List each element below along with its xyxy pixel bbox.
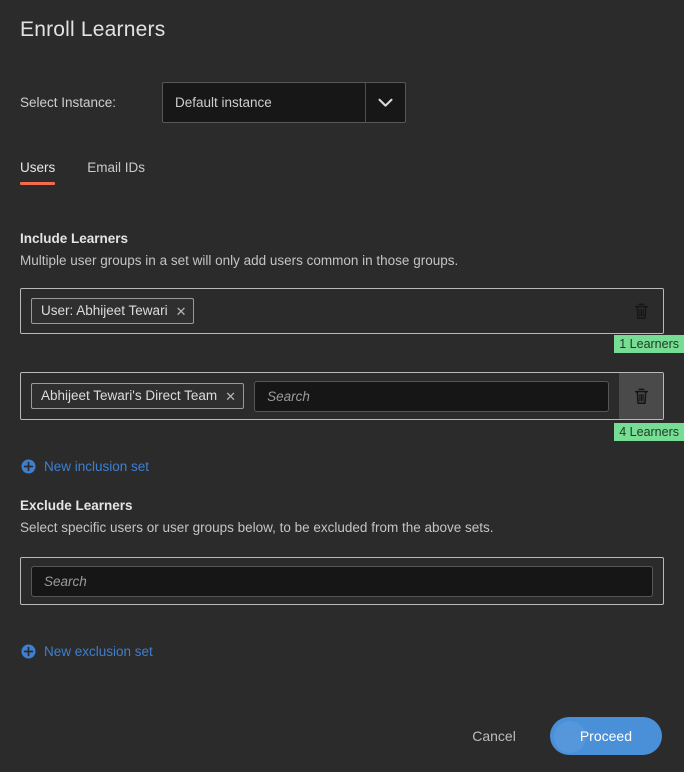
chip-label: User: Abhijeet Tewari (41, 302, 168, 318)
instance-selector-row: Select Instance: Default instance (20, 82, 406, 123)
new-inclusion-set-label: New inclusion set (44, 459, 150, 474)
instance-select-value: Default instance (175, 95, 272, 110)
close-icon[interactable]: ✕ (225, 390, 236, 403)
inclusion-set-2-delete-button[interactable] (619, 373, 663, 419)
chip-label: Abhijeet Tewari's Direct Team (41, 387, 218, 403)
trash-icon (634, 388, 648, 404)
plus-circle-icon (21, 459, 36, 474)
inclusion-set-2: Abhijeet Tewari's Direct Team ✕ (20, 372, 664, 420)
inclusion-set-2-chip-1[interactable]: Abhijeet Tewari's Direct Team ✕ (31, 382, 245, 410)
tab-email-ids[interactable]: Email IDs (87, 160, 145, 185)
chevron-down-icon[interactable] (365, 83, 405, 122)
cancel-button[interactable]: Cancel (458, 720, 530, 752)
inclusion-set-2-learner-count[interactable]: 4 Learners (614, 423, 684, 441)
inclusion-set-2-body: Abhijeet Tewari's Direct Team ✕ (21, 373, 619, 419)
plus-circle-icon (21, 644, 36, 659)
inclusion-set-1-body: User: Abhijeet Tewari ✕ (21, 289, 619, 333)
tabs: Users Email IDs (20, 160, 177, 185)
instance-select[interactable]: Default instance (162, 82, 406, 123)
exclusion-set-1-body (21, 558, 663, 604)
exclusion-set-1-search-input[interactable] (31, 565, 653, 597)
inclusion-set-1-learner-count[interactable]: 1 Learners (614, 335, 684, 353)
footer-actions: Cancel Proceed (0, 700, 684, 772)
new-exclusion-set-label: New exclusion set (44, 644, 153, 659)
inclusion-set-1-chip-1[interactable]: User: Abhijeet Tewari ✕ (31, 297, 195, 325)
close-icon[interactable]: ✕ (176, 305, 187, 318)
tab-users[interactable]: Users (20, 160, 56, 185)
new-exclusion-set-button[interactable]: New exclusion set (21, 644, 153, 659)
exclusion-set-1 (20, 557, 664, 605)
inclusion-set-1: User: Abhijeet Tewari ✕ (20, 288, 664, 334)
inclusion-set-1-delete-button[interactable] (619, 289, 663, 333)
trash-icon (634, 303, 648, 319)
include-learners-title: Include Learners (20, 231, 129, 246)
instance-label: Select Instance: (20, 95, 117, 110)
exclude-learners-title: Exclude Learners (20, 498, 133, 513)
inclusion-set-2-search-input[interactable] (254, 380, 609, 412)
page-title: Enroll Learners (20, 18, 166, 41)
include-learners-subtitle: Multiple user groups in a set will only … (20, 253, 459, 268)
new-inclusion-set-button[interactable]: New inclusion set (21, 459, 149, 474)
proceed-button[interactable]: Proceed (549, 717, 662, 755)
exclude-learners-subtitle: Select specific users or user groups bel… (20, 520, 494, 535)
